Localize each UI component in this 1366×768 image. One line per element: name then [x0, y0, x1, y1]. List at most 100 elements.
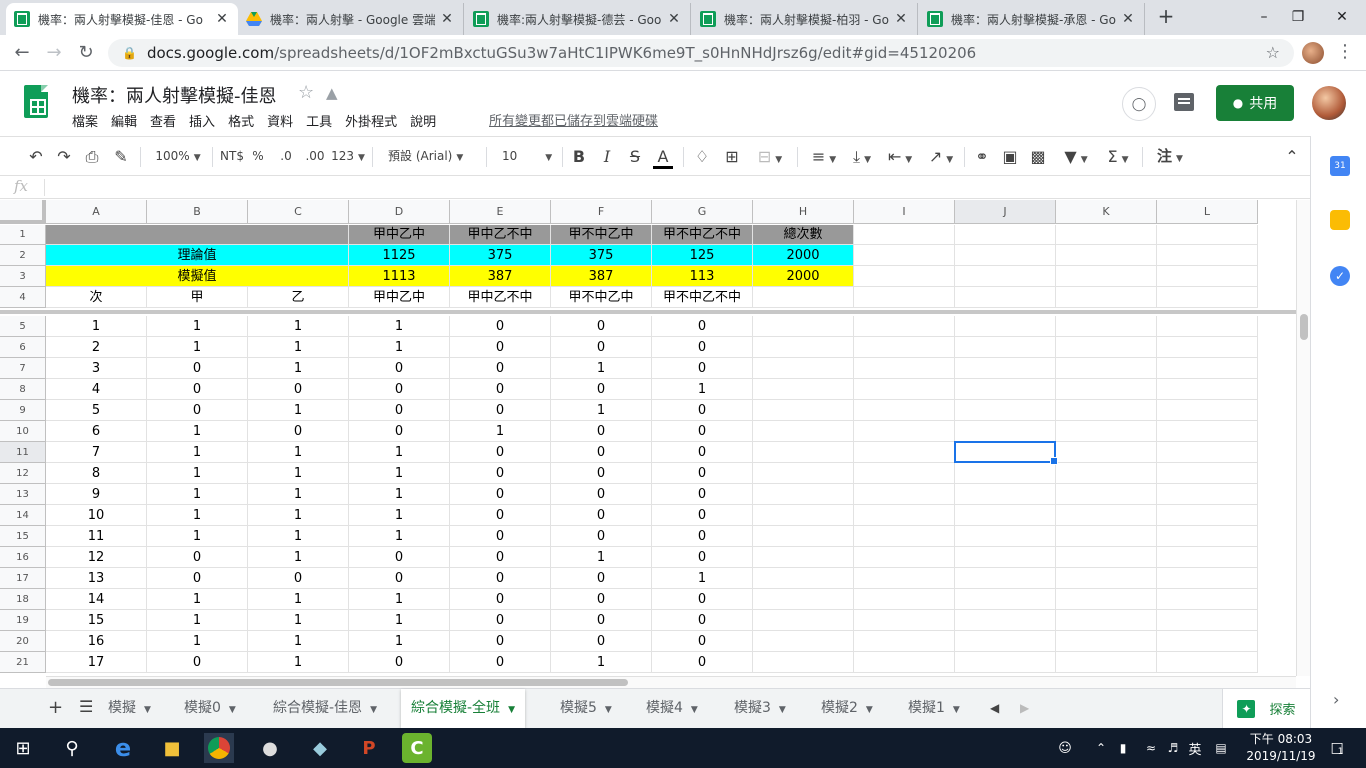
cell[interactable]: 0	[652, 463, 753, 484]
cell[interactable]: 10	[46, 505, 147, 526]
browser-tab[interactable]: 機率：兩人射擊模擬-柏羽 - Go ✕	[692, 3, 918, 35]
cell[interactable]	[753, 484, 854, 505]
cell[interactable]	[1157, 245, 1258, 266]
text-wrapping-icon[interactable]: ⇤ ▼	[884, 137, 916, 176]
chevron-down-icon[interactable]: ▼	[229, 705, 236, 715]
reload-icon[interactable]: ↻	[74, 41, 98, 65]
cell[interactable]: 0	[551, 421, 652, 442]
cell[interactable]	[955, 316, 1056, 337]
filter-icon[interactable]: ▼ ▼	[1057, 137, 1095, 176]
cell[interactable]: 0	[248, 421, 349, 442]
cell[interactable]: 2000	[753, 266, 854, 287]
cell[interactable]: 0	[551, 484, 652, 505]
cell[interactable]	[854, 421, 955, 442]
cell[interactable]: 甲中乙不中	[450, 225, 551, 245]
text-rotation-icon[interactable]: ↗ ▼	[924, 137, 958, 176]
paint-format-icon[interactable]: ✎	[111, 137, 131, 176]
menu-item[interactable]: 資料	[267, 111, 293, 130]
cell[interactable]: 1	[450, 421, 551, 442]
cell[interactable]: 11	[46, 526, 147, 547]
menu-item[interactable]: 查看	[150, 111, 176, 130]
sheet-tab[interactable]: 模擬3 ▼	[724, 689, 796, 728]
keep-icon[interactable]	[1330, 210, 1350, 230]
redo-icon[interactable]: ↷	[54, 137, 74, 176]
cell[interactable]	[1157, 526, 1258, 547]
column-header[interactable]: A	[46, 200, 147, 224]
cell[interactable]	[854, 442, 955, 463]
cell[interactable]: 9	[46, 484, 147, 505]
cell[interactable]: 0	[450, 484, 551, 505]
cell[interactable]: 0	[147, 358, 248, 379]
cell[interactable]	[1056, 568, 1157, 589]
cell[interactable]: 甲不中乙中	[551, 287, 652, 308]
cell[interactable]: 次	[46, 287, 147, 308]
cell[interactable]: 0	[652, 505, 753, 526]
cell[interactable]: 0	[652, 421, 753, 442]
freeze-divider[interactable]	[0, 310, 1310, 314]
move-to-drive-icon[interactable]: ▲	[326, 84, 338, 102]
browser-tab[interactable]: 機率：兩人射擊 - Google 雲端 ✕	[238, 3, 464, 35]
cell[interactable]	[753, 526, 854, 547]
cell[interactable]: 0	[551, 568, 652, 589]
cell[interactable]	[955, 484, 1056, 505]
menu-item[interactable]: 編輯	[111, 111, 137, 130]
cell[interactable]: 1	[349, 505, 450, 526]
cell[interactable]	[1157, 442, 1258, 463]
cell[interactable]: 甲中乙中	[349, 225, 450, 245]
input-tools-button[interactable]: 注 ▼	[1152, 137, 1188, 176]
cell[interactable]	[1056, 526, 1157, 547]
cell[interactable]: 1	[551, 358, 652, 379]
close-window-icon[interactable]: ✕	[1322, 5, 1362, 29]
cell[interactable]	[753, 589, 854, 610]
cell[interactable]	[854, 610, 955, 631]
paint-icon[interactable]: ●	[255, 733, 285, 763]
fill-color-icon[interactable]: ♢	[692, 137, 712, 176]
people-icon[interactable]: ☺	[1050, 733, 1080, 763]
cell[interactable]: 0	[450, 547, 551, 568]
cell[interactable]	[1056, 358, 1157, 379]
column-header[interactable]: E	[450, 200, 551, 224]
cell[interactable]	[1056, 225, 1157, 245]
cell[interactable]: 乙	[248, 287, 349, 308]
cell[interactable]	[1056, 589, 1157, 610]
select-all-corner[interactable]	[0, 200, 46, 224]
cell[interactable]: 375	[551, 245, 652, 266]
cell[interactable]	[955, 358, 1056, 379]
close-tab-icon[interactable]: ✕	[439, 11, 455, 27]
cell[interactable]: 1113	[349, 266, 450, 287]
menu-item[interactable]: 外掛程式	[345, 111, 397, 130]
cell[interactable]: 總次數	[753, 225, 854, 245]
chevron-down-icon[interactable]: ▼	[866, 705, 873, 715]
cell[interactable]: 甲中乙中	[349, 287, 450, 308]
cell[interactable]: 0	[551, 610, 652, 631]
cell[interactable]: 0	[450, 463, 551, 484]
column-header[interactable]: J	[955, 200, 1056, 224]
vertical-scrollbar[interactable]	[1296, 200, 1310, 676]
percent-format-button[interactable]: %	[251, 137, 265, 176]
cell[interactable]	[955, 547, 1056, 568]
address-bar[interactable]: 🔒 docs.google.com/spreadsheets/d/1OF2mBx…	[108, 39, 1294, 67]
font-select[interactable]: 預設 (Arial) ▼	[380, 137, 478, 176]
borders-icon[interactable]: ⊞	[722, 137, 742, 176]
cell[interactable]: 1	[147, 610, 248, 631]
add-sheet-icon[interactable]: +	[48, 697, 63, 718]
sheet-tab[interactable]: 綜合模擬-佳恩 ▼	[263, 689, 387, 728]
cell[interactable]	[854, 287, 955, 308]
cell[interactable]: 甲不中乙不中	[652, 225, 753, 245]
cell[interactable]: 1	[147, 442, 248, 463]
taskbar-clock[interactable]: 下午 08:03 2019/11/19	[1246, 731, 1316, 765]
row-header[interactable]: 19	[0, 610, 46, 631]
cell[interactable]: 0	[450, 358, 551, 379]
cell[interactable]: 0	[349, 652, 450, 673]
edge-icon[interactable]: e	[108, 733, 138, 763]
cell[interactable]	[854, 379, 955, 400]
search-icon[interactable]: ⚲	[57, 733, 87, 763]
file-explorer-icon[interactable]: ■	[157, 733, 187, 763]
cell[interactable]: 1	[147, 484, 248, 505]
cell[interactable]: 1	[248, 316, 349, 337]
cell[interactable]	[1157, 266, 1258, 287]
cell[interactable]	[854, 484, 955, 505]
cell[interactable]: 1	[248, 337, 349, 358]
browser-tab[interactable]: 機率：兩人射擊模擬-承恩 - Go ✕	[919, 3, 1145, 35]
column-header[interactable]: D	[349, 200, 450, 224]
